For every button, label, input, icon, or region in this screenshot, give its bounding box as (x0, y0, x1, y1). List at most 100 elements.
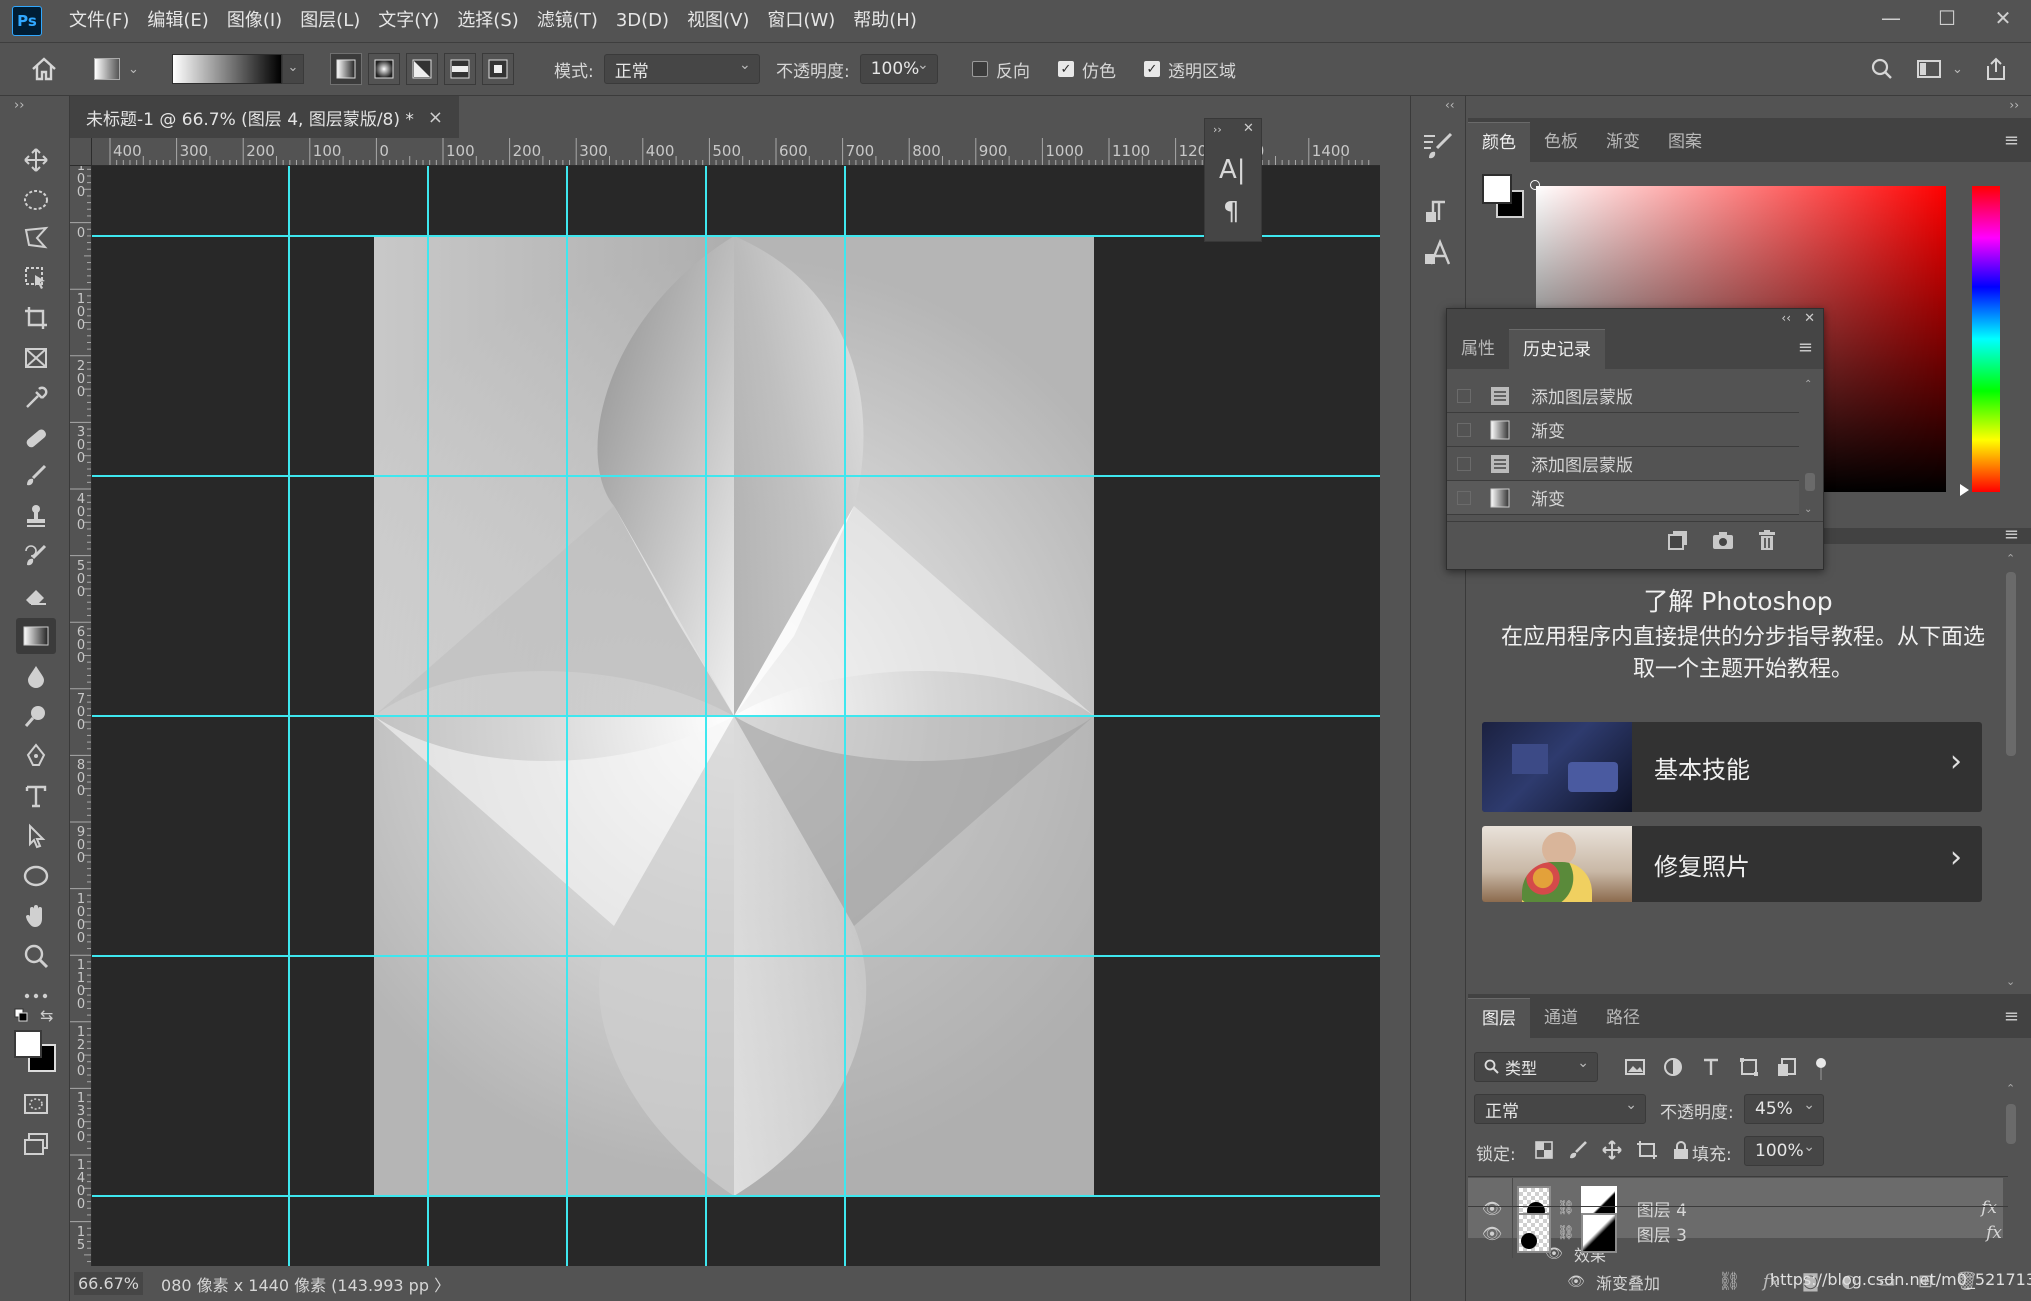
learn-card-basic-skills[interactable]: 基本技能 › (1482, 722, 1982, 812)
reverse-option[interactable]: 反向 (972, 53, 1030, 85)
visibility-eye-icon[interactable]: 👁 (1480, 1224, 1504, 1243)
learn-scrollbar[interactable]: ⌃ ⌄ (2004, 552, 2018, 988)
tab-history[interactable]: 历史记录 (1509, 329, 1605, 369)
collapse-panels-icon[interactable]: ›› (2009, 98, 2019, 112)
character-panel-button[interactable]: A| (1219, 155, 1246, 185)
gradient-picker[interactable]: ⌄ (172, 53, 304, 85)
lock-transparent-icon[interactable] (1534, 1140, 1554, 1160)
brush-tool[interactable] (16, 458, 56, 494)
lasso-tool[interactable] (16, 220, 56, 256)
hand-tool[interactable] (16, 898, 56, 934)
hue-slider[interactable] (1972, 186, 2000, 492)
lock-move-icon[interactable] (1602, 1140, 1622, 1160)
menu-type[interactable]: 文字(Y) (369, 0, 448, 42)
camera-icon[interactable] (1711, 529, 1735, 551)
frame-tool[interactable] (16, 340, 56, 376)
lock-brush-icon[interactable] (1568, 1140, 1588, 1160)
image-filter-icon[interactable] (1624, 1056, 1646, 1078)
layer-effects-fx-icon[interactable]: fx (1986, 1223, 2002, 1243)
link-layers-icon[interactable]: ⛓ (1718, 1271, 1741, 1292)
guide-horizontal[interactable] (92, 955, 1380, 957)
menu-edit[interactable]: 编辑(E) (138, 0, 217, 42)
close-document-button[interactable]: × (428, 107, 443, 128)
document-size-info[interactable]: 080 像素 x 1440 像素 (143.993 pp 〉 (161, 1272, 450, 1296)
character-styles-button[interactable] (1423, 238, 1453, 273)
history-state-checkbox[interactable] (1457, 490, 1471, 505)
menu-3d[interactable]: 3D(D) (607, 0, 678, 42)
paragraph-panel-button[interactable]: ¶ (1223, 197, 1240, 227)
collapse-panel-icon[interactable]: ‹‹ (1781, 311, 1791, 325)
close-button[interactable]: ✕ (1975, 0, 2031, 36)
share-button[interactable] (1984, 53, 2008, 85)
hue-slider-handle[interactable] (1960, 484, 1969, 496)
ellipse-tool[interactable] (16, 858, 56, 894)
fill-input[interactable]: 100% (1744, 1136, 1824, 1166)
canvas-area[interactable] (92, 166, 1380, 1266)
move-tool[interactable] (16, 142, 56, 178)
learn-card-fix-photos[interactable]: 修复照片 › (1482, 826, 1982, 902)
maximize-button[interactable]: ☐ (1919, 0, 1975, 36)
document-tab[interactable]: 未标题-1 @ 66.7% (图层 4, 图层蒙版/8) * × (70, 96, 459, 138)
expand-dock-icon[interactable]: ‹‹ (1445, 98, 1455, 112)
brush-settings-button[interactable] (1421, 130, 1455, 167)
tab-color[interactable]: 颜色 (1468, 122, 1530, 162)
guide-horizontal[interactable] (92, 475, 1380, 477)
foreground-color-swatch[interactable] (1482, 174, 1512, 204)
type-filter-icon[interactable] (1700, 1056, 1722, 1078)
ruler-origin[interactable] (70, 138, 92, 166)
default-colors-icon[interactable] (14, 1008, 30, 1029)
tool-preset-picker[interactable]: ⌄ (94, 53, 139, 85)
reflected-gradient-button[interactable] (444, 53, 476, 85)
transparency-option[interactable]: ✓ 透明区域 (1144, 53, 1236, 85)
opacity-input[interactable]: 100% (859, 54, 938, 84)
tab-paths[interactable]: 路径 (1592, 998, 1654, 1038)
chevron-down-icon[interactable]: ⌄ (282, 54, 304, 84)
crop-tool[interactable] (16, 300, 56, 336)
color-swatches[interactable] (1482, 174, 1526, 220)
history-item[interactable]: 渐变 (1447, 413, 1799, 447)
close-panel-icon[interactable]: ✕ (1243, 121, 1254, 136)
tab-patterns[interactable]: 图案 (1654, 122, 1716, 162)
tab-layers[interactable]: 图层 (1468, 998, 1530, 1038)
collapse-toolbar-icon[interactable]: ›› (14, 98, 24, 113)
link-chain-icon[interactable]: ⛓ (1557, 1225, 1575, 1241)
mode-select[interactable]: 正常 (603, 54, 760, 84)
panel-menu-icon[interactable]: ≡ (2004, 1006, 2019, 1027)
menu-layer[interactable]: 图层(L) (291, 0, 369, 42)
eyedropper-tool[interactable] (16, 380, 56, 416)
diamond-gradient-button[interactable] (482, 53, 514, 85)
pen-tool[interactable] (16, 738, 56, 774)
guide-horizontal[interactable] (92, 235, 1380, 237)
search-button[interactable] (1870, 53, 1894, 85)
guide-horizontal[interactable] (92, 715, 1380, 717)
healing-brush-tool[interactable] (16, 420, 56, 456)
layer-filter-select[interactable]: 类型 (1474, 1052, 1598, 1082)
linear-gradient-button[interactable] (330, 53, 362, 85)
color-picker-cursor[interactable] (1530, 180, 1540, 190)
history-state-checkbox[interactable] (1457, 456, 1471, 471)
foreground-background-colors[interactable] (14, 1030, 58, 1072)
shape-filter-icon[interactable] (1738, 1056, 1760, 1078)
smart-object-filter-icon[interactable] (1776, 1056, 1798, 1078)
foreground-color-swatch[interactable] (14, 1030, 42, 1058)
dither-option[interactable]: ✓ 仿色 (1058, 53, 1116, 85)
menu-image[interactable]: 图像(I) (218, 0, 291, 42)
reverse-checkbox[interactable] (972, 61, 988, 77)
quick-mask-button[interactable] (16, 1086, 56, 1122)
tab-gradients[interactable]: 渐变 (1592, 122, 1654, 162)
menu-file[interactable]: 文件(F) (60, 0, 138, 42)
layer-row-layer-3[interactable]: 👁 ⛓ 图层 3 fx (1468, 1208, 2008, 1258)
new-document-from-state-icon[interactable] (1667, 529, 1689, 551)
lock-artboard-icon[interactable] (1636, 1140, 1658, 1160)
transparency-checkbox[interactable]: ✓ (1144, 61, 1160, 77)
adjustment-filter-icon[interactable] (1662, 1056, 1684, 1078)
tab-channels[interactable]: 通道 (1530, 998, 1592, 1038)
gradient-tool[interactable] (16, 618, 56, 654)
filter-toggle-icon[interactable] (1814, 1056, 1828, 1082)
screen-mode-button[interactable] (16, 1126, 56, 1162)
workspace-button[interactable]: ⌄ (1916, 53, 1963, 85)
radial-gradient-button[interactable] (368, 53, 400, 85)
layer-mask-thumbnail[interactable] (1580, 1213, 1617, 1253)
dodge-tool[interactable] (16, 698, 56, 734)
menu-select[interactable]: 选择(S) (448, 0, 527, 42)
